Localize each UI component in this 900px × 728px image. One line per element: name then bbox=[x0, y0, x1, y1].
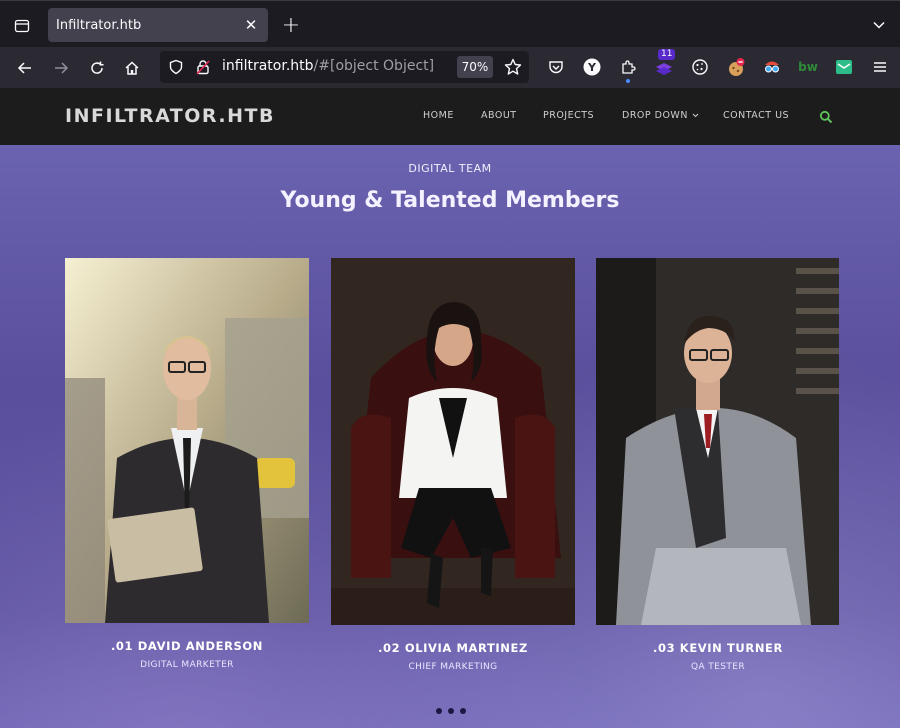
insecure-lock-icon[interactable] bbox=[195, 59, 211, 75]
member-photo[interactable] bbox=[331, 258, 575, 625]
nav-dropdown[interactable]: DROP DOWN bbox=[622, 110, 699, 121]
mail-icon bbox=[836, 60, 852, 74]
carousel-dot[interactable] bbox=[436, 708, 442, 714]
nav-dropdown-label: DROP DOWN bbox=[622, 110, 688, 121]
spy-glasses-icon bbox=[765, 61, 779, 73]
tab-close-icon[interactable]: ✕ bbox=[242, 16, 260, 34]
bookmark-star-icon[interactable] bbox=[504, 58, 522, 76]
tab-strip: Infiltrator.htb ✕ + bbox=[0, 0, 900, 47]
cookie-icon bbox=[692, 59, 708, 75]
back-arrow-icon bbox=[17, 62, 31, 74]
carousel-dots bbox=[436, 708, 466, 714]
pocket-icon bbox=[549, 61, 563, 74]
extension-badge: 11 bbox=[658, 49, 676, 60]
member-role: DIGITAL MARKETER bbox=[140, 660, 234, 670]
home-icon bbox=[125, 61, 139, 75]
bw-text-icon: bw bbox=[798, 60, 818, 74]
list-all-tabs-button[interactable] bbox=[866, 12, 892, 38]
cookie-editor-extension[interactable] bbox=[724, 55, 748, 79]
wappalyzer-extension[interactable] bbox=[760, 55, 784, 79]
nav-toolbar: infiltrator.htb/#[object Object] 70% Y 1… bbox=[0, 47, 900, 88]
member-role: CHIEF MARKETING bbox=[408, 662, 498, 672]
site-header: INFILTRATOR.HTB HOME ABOUT PROJECTS DROP… bbox=[0, 88, 900, 145]
svg-text:Y: Y bbox=[587, 61, 597, 74]
nav-projects[interactable]: PROJECTS bbox=[543, 110, 594, 121]
member-1-photo-illustration bbox=[65, 258, 309, 623]
back-button[interactable] bbox=[11, 54, 39, 82]
mail-extension[interactable] bbox=[832, 55, 856, 79]
reload-button[interactable] bbox=[83, 54, 111, 82]
home-button[interactable] bbox=[118, 54, 146, 82]
caret-down-icon bbox=[692, 113, 699, 118]
section-heading: Young & Talented Members bbox=[280, 188, 620, 213]
member-name: .01 DAVID ANDERSON bbox=[110, 639, 264, 653]
firefox-view-icon bbox=[14, 19, 30, 33]
carousel-dot[interactable] bbox=[460, 708, 466, 714]
forward-button[interactable] bbox=[47, 54, 75, 82]
window-top-border bbox=[0, 0, 900, 1]
url-text[interactable]: infiltrator.htb/#[object Object] bbox=[222, 58, 434, 74]
member-name: .02 OLIVIA MARTINEZ bbox=[378, 641, 528, 655]
tab-title: Infiltrator.htb bbox=[56, 17, 142, 33]
member-2-photo-illustration bbox=[331, 258, 575, 625]
web-page: INFILTRATOR.HTB HOME ABOUT PROJECTS DROP… bbox=[0, 88, 900, 728]
hamburger-menu-icon bbox=[874, 62, 886, 72]
member-photo[interactable] bbox=[65, 258, 309, 623]
url-host: infiltrator.htb bbox=[222, 58, 314, 74]
yomitan-extension[interactable]: Y bbox=[580, 55, 604, 79]
url-bar[interactable]: infiltrator.htb/#[object Object] 70% bbox=[160, 51, 529, 83]
search-icon[interactable] bbox=[819, 110, 833, 124]
zoom-indicator[interactable]: 70% bbox=[457, 56, 493, 78]
reload-icon bbox=[91, 61, 104, 74]
puzzle-icon bbox=[622, 60, 636, 74]
member-role: QA TESTER bbox=[690, 662, 746, 672]
firefox-view-button[interactable] bbox=[8, 12, 36, 40]
bw-extension[interactable]: bw bbox=[796, 55, 820, 79]
forward-arrow-icon bbox=[55, 62, 69, 74]
url-path: /#[object Object] bbox=[313, 58, 435, 74]
section-subtitle: DIGITAL TEAM bbox=[408, 162, 492, 175]
nav-contact[interactable]: CONTACT US bbox=[723, 110, 789, 121]
y-circle-icon: Y bbox=[583, 58, 601, 76]
stack-icon bbox=[656, 63, 672, 75]
pocket-button[interactable] bbox=[544, 55, 568, 79]
new-tab-button[interactable]: + bbox=[278, 12, 304, 38]
site-logo[interactable]: INFILTRATOR.HTB bbox=[65, 105, 275, 127]
member-name: .03 KEVIN TURNER bbox=[653, 641, 783, 655]
cookie-extension[interactable] bbox=[688, 55, 712, 79]
chevron-down-icon bbox=[873, 21, 885, 29]
extensions-button[interactable] bbox=[616, 55, 640, 83]
team-section: DIGITAL TEAM Young & Talented Members .0… bbox=[0, 145, 900, 728]
nav-home[interactable]: HOME bbox=[423, 110, 454, 121]
tab-active[interactable]: Infiltrator.htb ✕ bbox=[48, 8, 268, 42]
shield-icon[interactable] bbox=[168, 59, 184, 75]
nav-about[interactable]: ABOUT bbox=[481, 110, 517, 121]
cookie-jar-icon bbox=[729, 58, 745, 76]
app-menu-button[interactable] bbox=[868, 55, 892, 79]
svg-text:bw: bw bbox=[798, 60, 818, 74]
carousel-dot[interactable] bbox=[448, 708, 454, 714]
member-photo[interactable] bbox=[596, 258, 839, 625]
extension-dot-indicator bbox=[626, 79, 630, 83]
member-3-photo-illustration bbox=[596, 258, 839, 625]
